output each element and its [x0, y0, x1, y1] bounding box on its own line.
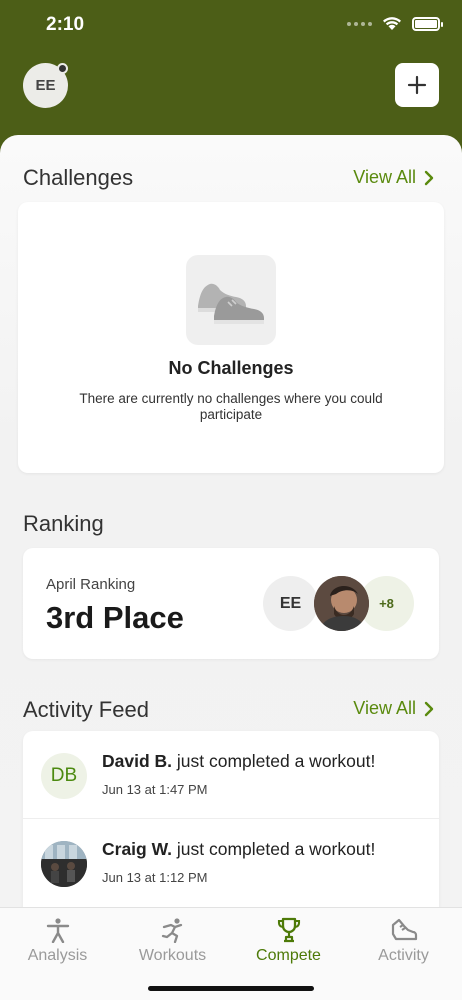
empty-title: No Challenges — [168, 358, 294, 378]
empty-description: There are currently no challenges where … — [79, 391, 383, 422]
plus-icon — [407, 75, 427, 95]
feed-user-name: Craig W. — [102, 839, 173, 859]
running-icon — [115, 916, 230, 944]
status-time: 2:10 — [46, 14, 85, 35]
view-all-label: View All — [353, 698, 416, 718]
tab-activity[interactable]: Activity — [346, 916, 461, 965]
activity-feed-title: Activity Feed — [23, 697, 149, 722]
ranking-more-count: +8 — [379, 596, 394, 611]
feed-view-all-link[interactable]: View All — [353, 698, 434, 719]
tab-label: Compete — [256, 947, 321, 964]
feed-item[interactable]: DB David B. just completed a workout! Ju… — [23, 731, 439, 818]
shoe-icon — [346, 916, 461, 944]
tab-workouts[interactable]: Workouts — [115, 916, 230, 965]
tab-label: Analysis — [27, 947, 88, 964]
ranking-avatar-photo — [314, 576, 369, 631]
feed-message: David B. just completed a workout! — [102, 751, 375, 772]
tab-label: Workouts — [138, 947, 207, 964]
ranking-avatar-initials: EE — [263, 576, 318, 631]
view-all-label: View All — [353, 167, 416, 187]
trophy-icon — [231, 916, 346, 944]
feed-action: just completed a workout! — [172, 751, 376, 771]
tab-analysis[interactable]: Analysis — [0, 916, 115, 965]
ranking-title: Ranking — [23, 511, 104, 536]
status-bar: 2:10 — [0, 0, 462, 50]
profile-avatar[interactable]: EE — [23, 63, 68, 108]
wifi-icon — [383, 17, 401, 30]
ranking-value: 3rd Place — [46, 600, 184, 635]
feed-timestamp: Jun 13 at 1:47 PM — [102, 782, 208, 797]
feed-avatar — [41, 841, 87, 887]
feed-item[interactable]: Craig W. just completed a workout! Jun 1… — [23, 818, 439, 905]
person-icon — [0, 916, 115, 944]
challenges-view-all-link[interactable]: View All — [353, 167, 434, 188]
feed-avatar: DB — [41, 753, 87, 799]
ranking-card[interactable]: April Ranking 3rd Place EE +8 — [23, 548, 439, 659]
tab-bar: Analysis Workouts Compete Activity — [0, 907, 462, 1000]
ranking-avatar-text: EE — [279, 594, 302, 612]
feed-avatar-initials: DB — [50, 765, 78, 786]
ranking-label: April Ranking — [46, 576, 136, 593]
feed-action: just completed a workout! — [172, 839, 376, 859]
tab-label: Activity — [378, 947, 429, 964]
feed-message: Craig W. just completed a workout! — [102, 839, 375, 860]
feed-user-name: David B. — [102, 751, 173, 771]
signal-icon — [347, 21, 372, 26]
activity-feed-list: DB David B. just completed a workout! Ju… — [23, 731, 439, 907]
status-icons — [347, 16, 443, 31]
tab-compete[interactable]: Compete — [231, 916, 346, 965]
feed-timestamp: Jun 13 at 1:12 PM — [102, 870, 208, 885]
challenges-title: Challenges — [23, 165, 134, 190]
challenges-empty-card: No Challenges There are currently no cha… — [18, 202, 444, 473]
main-content[interactable]: Challenges View All No Challenges There … — [0, 135, 462, 907]
notification-dot — [57, 63, 68, 74]
add-button[interactable] — [395, 63, 439, 107]
profile-initials: EE — [35, 77, 56, 94]
chevron-right-icon — [424, 701, 434, 716]
chevron-right-icon — [424, 170, 434, 185]
home-indicator — [148, 986, 314, 991]
sneakers-icon — [186, 255, 276, 345]
battery-icon — [412, 16, 443, 31]
